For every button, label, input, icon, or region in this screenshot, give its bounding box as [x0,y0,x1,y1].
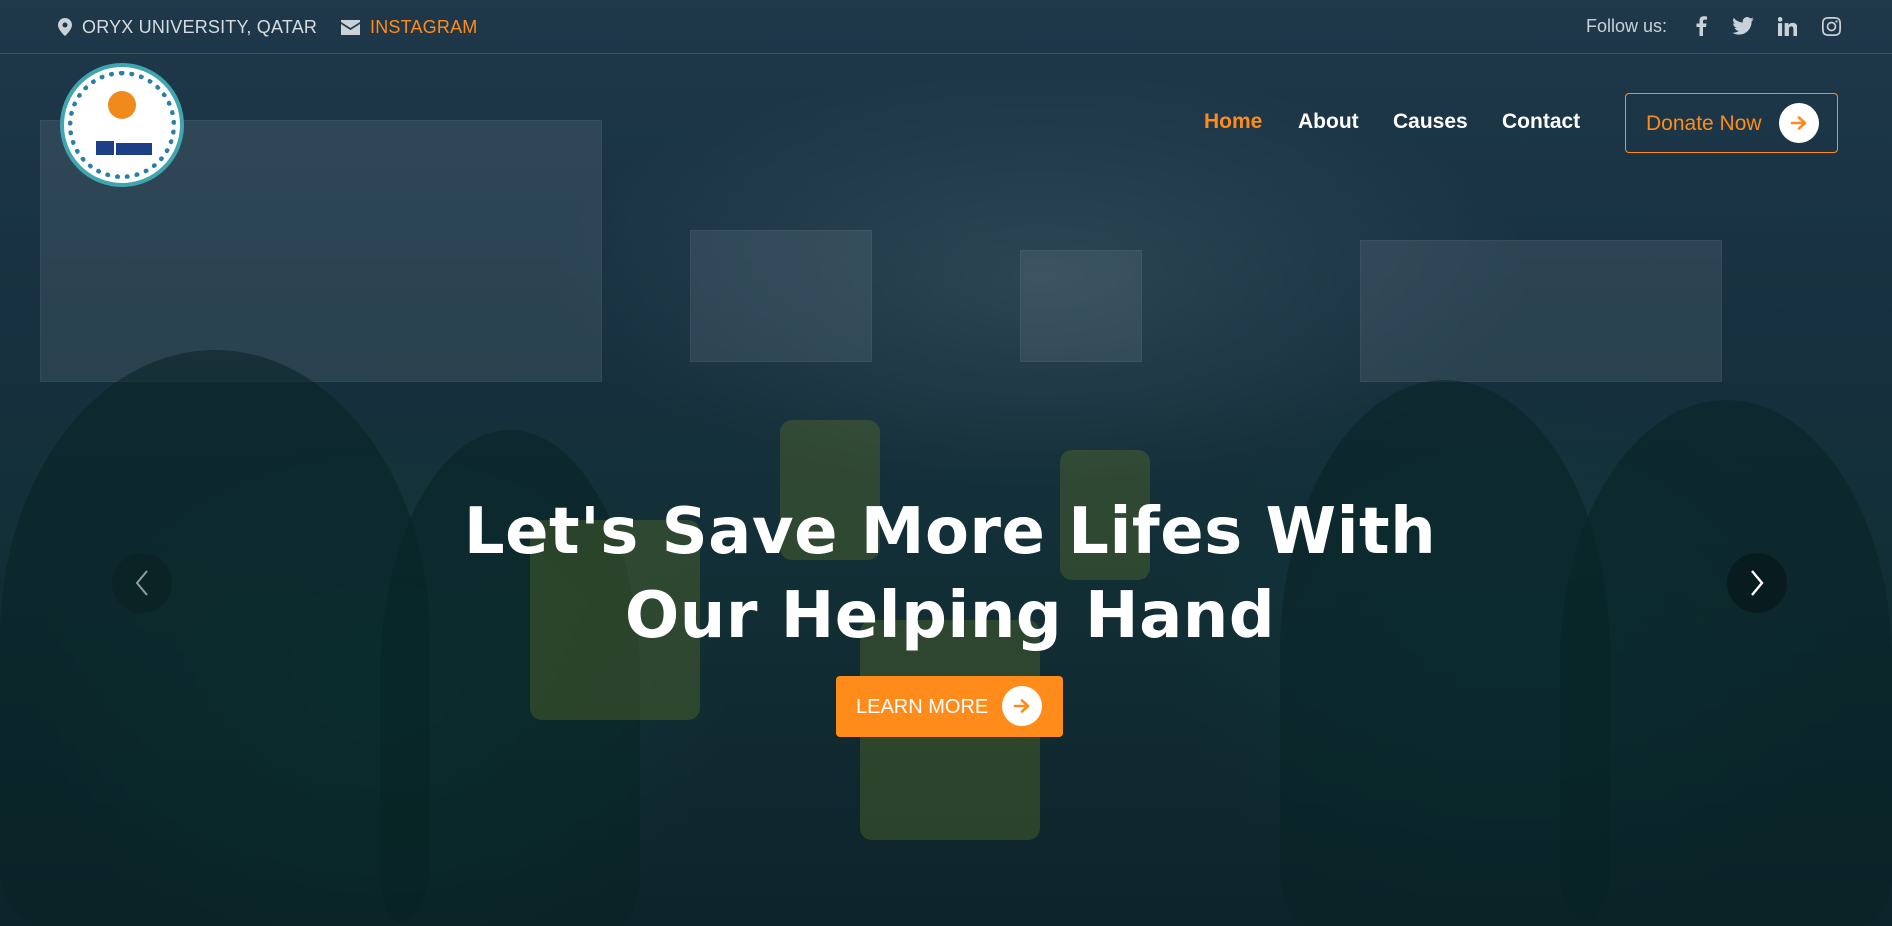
donate-now-label: Donate Now [1646,112,1762,135]
hero-headline: Let's Save More Lifes With Our Helping H… [420,490,1480,658]
nav-home[interactable]: Home [1204,110,1262,134]
map-pin-icon [58,18,72,36]
logo-mark [96,141,114,155]
logo-mark [116,143,152,155]
site-logo[interactable] [60,63,184,187]
logo-emblem [108,91,136,119]
hero-overlay [0,0,1892,926]
hero-headline-line1: Let's Save More Lifes With [463,495,1437,569]
slider-next-button[interactable] [1727,553,1787,613]
logo-ring [68,71,176,179]
envelope-icon [341,19,360,35]
chevron-left-icon [135,570,148,596]
nav-causes[interactable]: Causes [1393,110,1468,134]
location-text: ORYX UNIVERSITY, QATAR [82,16,318,37]
hero-background [0,0,1892,926]
donate-now-button[interactable]: Donate Now [1625,93,1838,153]
chevron-right-icon [1751,570,1764,596]
facebook-icon[interactable] [1689,14,1713,38]
follow-us-label: Follow us: [1586,16,1668,36]
learn-more-label: LEARN MORE [856,696,989,718]
arrow-right-icon [1779,103,1819,143]
slider-prev-button[interactable] [112,553,172,613]
top-bar: ORYX UNIVERSITY, QATAR INSTAGRAM Follow … [0,0,1892,54]
location-info: ORYX UNIVERSITY, QATAR [58,16,317,38]
arrow-right-icon [1002,686,1042,726]
nav-contact[interactable]: Contact [1502,110,1580,134]
learn-more-button[interactable]: LEARN MORE [836,676,1063,737]
linkedin-icon[interactable] [1775,14,1799,38]
instagram-link[interactable]: INSTAGRAM [341,16,477,38]
instagram-link-text[interactable]: INSTAGRAM [370,17,477,38]
twitter-icon[interactable] [1731,14,1755,38]
nav-about[interactable]: About [1298,110,1359,134]
instagram-icon[interactable] [1819,14,1843,38]
hero-headline-line2: Our Helping Hand [624,579,1276,653]
